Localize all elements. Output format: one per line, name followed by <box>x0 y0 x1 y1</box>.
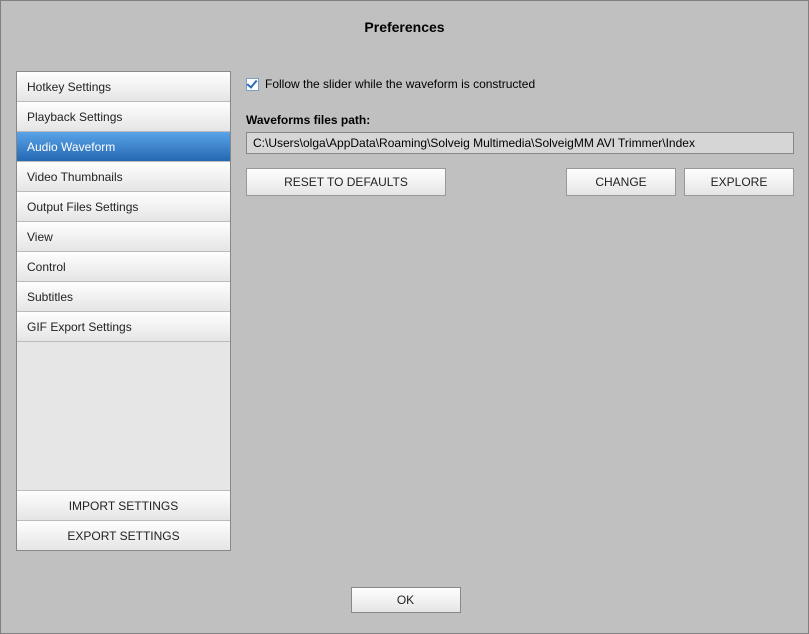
sidebar-item-playback-settings[interactable]: Playback Settings <box>17 102 230 132</box>
waveforms-path-label: Waveforms files path: <box>246 113 794 127</box>
sidebar-categories: Hotkey Settings Playback Settings Audio … <box>17 72 230 342</box>
sidebar-item-gif-export-settings[interactable]: GIF Export Settings <box>17 312 230 342</box>
sidebar-item-subtitles[interactable]: Subtitles <box>17 282 230 312</box>
button-row: RESET TO DEFAULTS CHANGE EXPLORE <box>246 168 794 196</box>
import-settings-button[interactable]: IMPORT SETTINGS <box>17 490 230 520</box>
reset-to-defaults-button[interactable]: RESET TO DEFAULTS <box>246 168 446 196</box>
preferences-dialog: Preferences Hotkey Settings Playback Set… <box>0 0 809 634</box>
follow-slider-label: Follow the slider while the waveform is … <box>265 77 535 91</box>
content-panel: Follow the slider while the waveform is … <box>246 71 794 551</box>
sidebar-item-audio-waveform[interactable]: Audio Waveform <box>17 132 230 162</box>
dialog-title: Preferences <box>1 1 808 45</box>
sidebar-spacer <box>17 342 230 490</box>
sidebar: Hotkey Settings Playback Settings Audio … <box>16 71 231 551</box>
sidebar-item-video-thumbnails[interactable]: Video Thumbnails <box>17 162 230 192</box>
explore-button[interactable]: EXPLORE <box>684 168 794 196</box>
main-area: Hotkey Settings Playback Settings Audio … <box>16 71 794 557</box>
sidebar-item-hotkey-settings[interactable]: Hotkey Settings <box>17 72 230 102</box>
sidebar-actions: IMPORT SETTINGS EXPORT SETTINGS <box>17 490 230 550</box>
ok-button[interactable]: OK <box>351 587 461 613</box>
sidebar-item-output-files-settings[interactable]: Output Files Settings <box>17 192 230 222</box>
spacer <box>454 168 558 196</box>
sidebar-item-view[interactable]: View <box>17 222 230 252</box>
follow-slider-checkbox[interactable] <box>246 78 259 91</box>
change-button[interactable]: CHANGE <box>566 168 676 196</box>
ok-row: OK <box>1 587 809 613</box>
export-settings-button[interactable]: EXPORT SETTINGS <box>17 520 230 550</box>
follow-slider-row: Follow the slider while the waveform is … <box>246 77 794 91</box>
sidebar-item-control[interactable]: Control <box>17 252 230 282</box>
waveforms-path-field[interactable] <box>246 132 794 154</box>
